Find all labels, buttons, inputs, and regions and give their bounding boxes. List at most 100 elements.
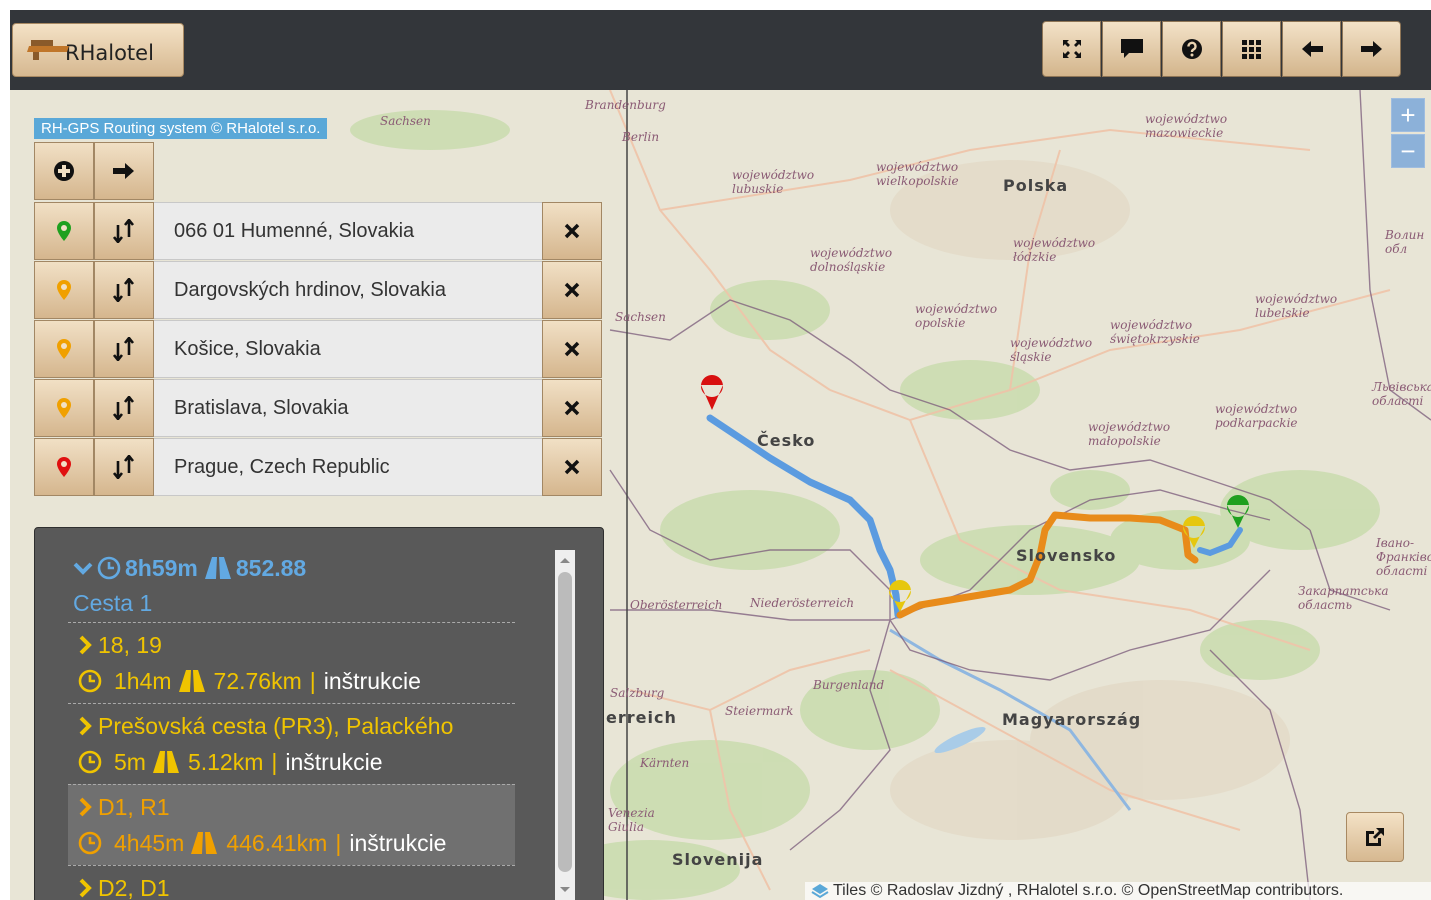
logo-button[interactable]: RHalotel (12, 23, 184, 77)
remove-waypoint-button[interactable] (542, 261, 602, 319)
clock-icon (97, 556, 121, 580)
map-label: Львівська області (1372, 380, 1431, 408)
remove-waypoint-button[interactable] (542, 320, 602, 378)
waypoint-label[interactable]: 066 01 Humenné, Slovakia (154, 202, 542, 260)
sort-arrows-icon (113, 396, 135, 420)
separator: | (271, 748, 278, 775)
map-label: województwo dolnośląskie (810, 246, 893, 274)
plus-circle-icon (54, 161, 74, 181)
separator: | (335, 829, 342, 856)
country-label: Slovenija (672, 850, 764, 869)
instructions-link[interactable]: inštrukcie (349, 830, 446, 857)
map-label: Івано-Франківська області (1376, 536, 1431, 578)
route-segment-selected[interactable]: D1, R1 4h45m 446.41km | inštrukcie (68, 784, 515, 865)
scrollbar-thumb[interactable] (558, 572, 572, 872)
reorder-button[interactable] (94, 320, 154, 378)
map-label: województwo lubelskie (1255, 292, 1338, 320)
sort-arrows-icon (113, 219, 135, 243)
segment-roads: D1, R1 (98, 794, 170, 820)
waypoint-row: Košice, Slovakia (34, 320, 602, 378)
waypoint-marker-button[interactable] (34, 202, 94, 260)
app-title: RHalotel (65, 41, 154, 65)
segment-duration: 1h4m (114, 667, 172, 694)
reorder-button[interactable] (94, 379, 154, 437)
route-name[interactable]: Cesta 1 (63, 586, 515, 622)
map-view[interactable]: Brandenburg Berlin Sachsen Sachsen wojew… (10, 90, 1431, 900)
add-waypoint-button[interactable] (34, 142, 94, 200)
map-label: województwo podkarpackie (1215, 402, 1298, 430)
map-label: Закарпатська область (1298, 584, 1389, 612)
map-label: Sachsen (615, 310, 666, 324)
route-panel: 8h59m 852.88 Cesta 1 18, 19 1h4m 72.76km… (34, 527, 604, 900)
route-segment[interactable]: 18, 19 1h4m 72.76km | inštrukcie (68, 622, 515, 703)
sort-arrows-icon (113, 455, 135, 479)
grid-button[interactable] (1222, 21, 1281, 77)
route-controls (34, 142, 154, 200)
map-marker-icon (57, 221, 71, 241)
clock-icon (78, 831, 102, 855)
share-button[interactable] (1346, 812, 1404, 862)
route-details: 8h59m 852.88 Cesta 1 18, 19 1h4m 72.76km… (63, 550, 515, 900)
road-icon (204, 557, 231, 579)
route-segment[interactable]: D2, D1 (68, 865, 515, 900)
map-label: Salzburg (610, 686, 665, 700)
waypoint-marker-button[interactable] (34, 261, 94, 319)
road-icon (152, 751, 179, 773)
road-icon (178, 670, 205, 692)
zoom-in-button[interactable]: + (1391, 98, 1425, 132)
clock-icon (78, 750, 102, 774)
top-bar: RHalotel (10, 10, 1431, 90)
reorder-button[interactable] (94, 261, 154, 319)
waypoint-label[interactable]: Bratislava, Slovakia (154, 379, 542, 437)
waypoint-marker-button[interactable] (34, 379, 94, 437)
forward-button[interactable] (1342, 21, 1401, 77)
route-duration: 8h59m (125, 554, 198, 581)
arrow-left-icon (1301, 41, 1323, 57)
arrow-right-icon (113, 163, 134, 179)
country-label: erreich (606, 708, 677, 727)
calculate-route-button[interactable] (94, 142, 154, 200)
reorder-button[interactable] (94, 438, 154, 496)
map-label: Niederösterreich (750, 596, 855, 610)
tile-attribution-text: Tiles © Radoslav Jizdný , RHalotel s.r.o… (833, 882, 1344, 899)
reorder-button[interactable] (94, 202, 154, 260)
remove-waypoint-button[interactable] (542, 438, 602, 496)
waypoint-marker-button[interactable] (34, 320, 94, 378)
fullscreen-button[interactable] (1042, 21, 1101, 77)
map-label: województwo lubuskie (732, 168, 815, 196)
zoom-out-button[interactable]: − (1391, 134, 1425, 168)
remove-waypoint-button[interactable] (542, 379, 602, 437)
waypoint-label[interactable]: Košice, Slovakia (154, 320, 542, 378)
map-label: Oberösterreich (630, 598, 723, 612)
map-label: Berlin (622, 130, 660, 144)
close-icon (564, 341, 580, 357)
waypoint-marker-button[interactable] (34, 438, 94, 496)
map-label: województwo śląskie (1010, 336, 1093, 364)
chevron-right-icon (79, 716, 92, 736)
map-label: Burgenland (813, 678, 885, 692)
route-summary[interactable]: 8h59m 852.88 (63, 550, 515, 586)
help-button[interactable] (1162, 21, 1221, 77)
instructions-link[interactable]: inštrukcie (324, 668, 421, 695)
chat-button[interactable] (1102, 21, 1161, 77)
remove-waypoint-button[interactable] (542, 202, 602, 260)
toolbar (1041, 21, 1401, 77)
map-label: województwo łódzkie (1013, 236, 1096, 264)
app-window: RHalotel Brandenburg Berlin Sachsen Sach… (10, 10, 1431, 900)
segment-roads: 18, 19 (98, 632, 162, 658)
route-segment[interactable]: Prešovská cesta (PR3), Palackého 5m 5.12… (68, 703, 515, 784)
map-label: województwo świętokrzyskie (1110, 318, 1200, 346)
waypoint-label[interactable]: Dargovských hrdinov, Slovakia (154, 261, 542, 319)
segment-roads: Prešovská cesta (PR3), Palackého (98, 713, 454, 739)
back-button[interactable] (1282, 21, 1341, 77)
instructions-link[interactable]: inštrukcie (285, 749, 382, 776)
panel-scrollbar[interactable] (555, 550, 575, 900)
country-label: Magyarország (1002, 710, 1142, 729)
chat-icon (1120, 39, 1143, 58)
waypoint-label[interactable]: Prague, Czech Republic (154, 438, 542, 496)
segment-duration: 4h45m (114, 829, 185, 856)
help-icon (1181, 39, 1202, 59)
routing-attribution: RH-GPS Routing system © RHalotel s.r.o. (34, 118, 328, 139)
map-label: województwo opolskie (915, 302, 998, 330)
map-label: Venezia Giulia (608, 806, 655, 834)
